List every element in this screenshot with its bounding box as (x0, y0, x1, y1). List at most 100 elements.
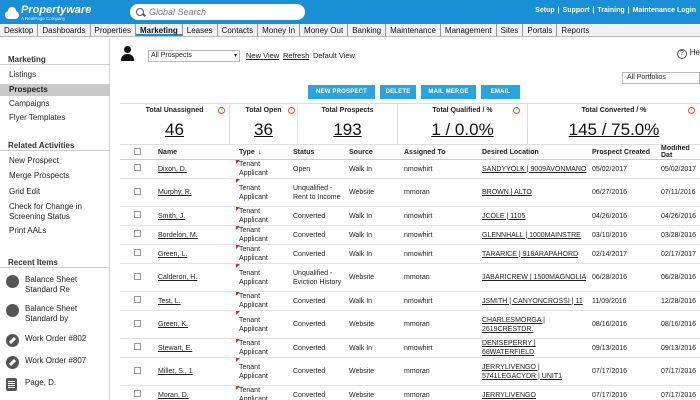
new-view-link[interactable]: New View (246, 51, 279, 60)
recent-item[interactable]: Balance Sheet Standard Re (6, 275, 108, 295)
cell-name-text[interactable]: Calderon, H. (158, 274, 197, 281)
training-link[interactable]: Training (597, 7, 624, 14)
sidebar-item-check-screening[interactable]: Check for Change in Screening Status (0, 202, 105, 222)
cell-desired-location[interactable]: BROWN | ALTO (479, 178, 589, 207)
tab-desktop[interactable]: Desktop (0, 24, 39, 36)
stat-value[interactable]: 36 (230, 120, 297, 140)
cell-desired-location[interactable]: JERRYLIVENGO | 5741LEGACYDR | UNIT1 (479, 357, 589, 386)
cell-desired-location-text[interactable]: SANDYYOLK | 9009AVONMANO (482, 166, 586, 173)
cell-name-text[interactable]: Green, L. (158, 251, 187, 258)
cell-name-text[interactable]: Stewart, E. (158, 345, 192, 352)
alert-icon[interactable]: ? (218, 107, 225, 114)
column-header-prospect-created[interactable]: Prospect Created (589, 145, 658, 160)
cell-desired-location-text[interactable]: BROWN | ALTO (482, 189, 532, 196)
row-checkbox[interactable] (134, 319, 141, 327)
cell-name[interactable]: Green, L. (155, 244, 236, 264)
alert-icon[interactable]: ? (288, 107, 295, 114)
cell-name[interactable]: Smith, J. (155, 206, 236, 226)
cell-desired-location-text[interactable]: TARARICE | 918ARAPAHORD (482, 251, 578, 258)
cell-desired-location-text[interactable]: JSMITH | CANYONCROSSI | 11 (482, 298, 583, 305)
table-row[interactable]: Green, L. Tenant Applicant Converted Walk I… (120, 244, 700, 264)
row-checkbox[interactable] (134, 249, 141, 256)
cell-name[interactable]: Test, L. (155, 291, 236, 311)
email-button[interactable]: EMAIL (481, 85, 520, 99)
sidebar-item-campaigns[interactable]: Campaigns (0, 99, 110, 109)
sidebar-item-prospects[interactable]: Prospects (0, 84, 110, 96)
table-row[interactable]: Dixon, D. Tenant Applicant Open Walk In nmow… (120, 159, 700, 179)
column-header-source[interactable]: Source (346, 145, 401, 160)
global-search-box[interactable] (130, 4, 305, 20)
cell-name[interactable]: Stewart, E. (155, 338, 236, 358)
table-row[interactable]: Calderon, H. Tenant Applicant Unqualified … (120, 263, 700, 292)
tab-leases[interactable]: Leases (183, 24, 218, 36)
cell-desired-location[interactable]: JABARICREW | 1500MAGNOLIA (479, 263, 589, 292)
cell-desired-location-text[interactable]: CHARLESMORGA | 2619CRESTDR. (482, 317, 545, 333)
cell-name-text[interactable]: Green, K. (158, 321, 188, 328)
cell-name[interactable]: Calderon, H. (155, 263, 236, 292)
column-header-desired-location[interactable]: Desired Location (479, 145, 589, 160)
sidebar-item-grid-edit[interactable]: Grid Edit (0, 187, 110, 197)
stat-value[interactable]: 145 / 75.0% (528, 120, 700, 140)
tab-portals[interactable]: Portals (523, 24, 558, 36)
cell-desired-location[interactable]: DENISEPERRY | 68WATERFIELD (479, 338, 589, 358)
row-checkbox[interactable] (134, 296, 141, 303)
recent-item[interactable]: Balance Sheet Standard by (6, 304, 108, 324)
cell-name[interactable]: Miller, S., 1 (155, 357, 236, 386)
tab-contacts[interactable]: Contacts (218, 24, 259, 36)
column-header-name[interactable]: Name (155, 145, 236, 160)
alert-icon[interactable]: ? (513, 107, 520, 114)
prospect-view-select[interactable]: All Prospects ▾ (148, 50, 240, 62)
row-checkbox[interactable] (134, 272, 141, 280)
delete-button[interactable]: DELETE (380, 85, 416, 99)
column-header-status[interactable]: Status (290, 145, 346, 160)
recent-item[interactable]: Work Order #807 (6, 356, 108, 369)
cell-name[interactable]: Dixon, D. (155, 159, 236, 179)
select-all-checkbox[interactable] (134, 147, 141, 155)
table-row[interactable]: Green, K. Tenant Applicant Converted Websit… (120, 310, 700, 339)
alert-icon[interactable]: ? (688, 107, 695, 114)
sidebar-item-merge-prospects[interactable]: Merge Prospects (0, 171, 110, 181)
row-checkbox[interactable] (134, 366, 141, 374)
cell-desired-location[interactable]: JERRYLIVENGO (479, 385, 589, 400)
table-row[interactable]: Smith, J. Tenant Applicant Converted Walk I… (120, 206, 700, 226)
setup-link[interactable]: Setup (535, 7, 554, 14)
cell-desired-location[interactable]: GLENNHALL | 1000MAINSTRE (479, 225, 589, 245)
cell-name[interactable]: Green, K. (155, 310, 236, 339)
sidebar-item-print-aals[interactable]: Print AALs (0, 226, 110, 236)
tab-dashboards[interactable]: Dashboards (38, 24, 91, 36)
cell-desired-location-text[interactable]: JERRYLIVENGO (482, 392, 536, 399)
tab-reports[interactable]: Reports (557, 24, 593, 36)
cell-desired-location[interactable]: JCOLE | 1105 (479, 206, 589, 226)
cell-desired-location[interactable]: JSMITH | CANYONCROSSI | 11 (479, 291, 589, 311)
tab-maintenance[interactable]: Maintenance (386, 24, 441, 36)
table-row[interactable]: Murphy, R. Tenant Applicant Unqualified - … (120, 178, 700, 207)
refresh-link[interactable]: Refresh (283, 51, 309, 60)
new-prospect-button[interactable]: NEW PROSPECT (308, 85, 375, 99)
column-header-assigned-to[interactable]: Assigned To (401, 145, 479, 160)
row-checkbox[interactable] (134, 390, 141, 397)
cell-name-text[interactable]: Dixon, D. (158, 166, 187, 173)
row-checkbox[interactable] (134, 187, 141, 195)
cell-desired-location-text[interactable]: JCOLE | 1105 (482, 213, 525, 220)
stat-value[interactable]: 46 (120, 120, 229, 140)
cell-name-text[interactable]: Murphy, R. (158, 189, 192, 196)
cell-name[interactable]: Bordelon, M. (155, 225, 236, 245)
tab-marketing[interactable]: Marketing (135, 24, 183, 36)
tab-properties[interactable]: Properties (91, 24, 136, 36)
cell-desired-location[interactable]: TARARICE | 918ARAPAHORD (479, 244, 589, 264)
select-all-header[interactable] (120, 145, 155, 160)
mail-merge-button[interactable]: MAIL MERGE (421, 85, 476, 99)
tab-money-in[interactable]: Money In (258, 24, 301, 36)
cell-desired-location-text[interactable]: JABARICREW | 1500MAGNOLIA (482, 274, 586, 281)
help-link[interactable]: ? He (676, 48, 700, 59)
sidebar-item-listings[interactable]: Listings (0, 70, 110, 80)
tab-money-out[interactable]: Money Out (300, 24, 349, 36)
sidebar-item-flyer-templates[interactable]: Flyer Templates (0, 113, 110, 123)
cell-name-text[interactable]: Bordelon, M. (158, 232, 198, 239)
search-icon[interactable] (136, 8, 144, 16)
table-row[interactable]: Test, L. Tenant Applicant Converted Walk In… (120, 291, 700, 311)
column-header-type[interactable]: Type ↓ (236, 145, 290, 160)
cell-desired-location[interactable]: CHARLESMORGA | 2619CRESTDR. (479, 310, 589, 339)
row-checkbox[interactable] (134, 230, 141, 237)
cell-name-text[interactable]: Smith, J. (158, 213, 185, 220)
